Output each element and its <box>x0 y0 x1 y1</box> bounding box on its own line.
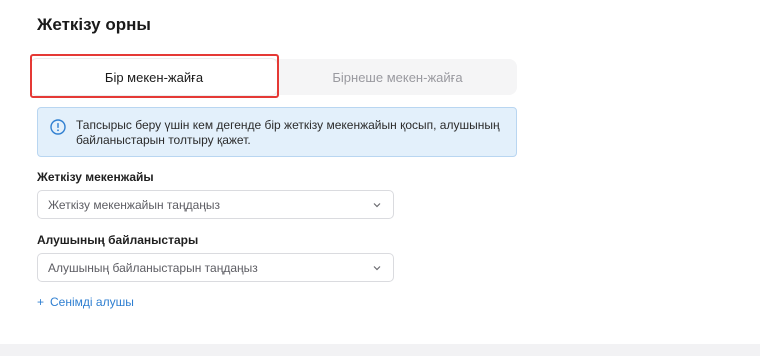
recipient-label: Алушының байланыстары <box>37 233 199 247</box>
info-banner: Тапсырыс беру үшін кем дегенде бір жеткі… <box>37 107 517 157</box>
section-title: Жеткізу орны <box>37 15 151 34</box>
recipient-select[interactable]: Алушының байланыстарын таңдаңыз <box>37 253 394 282</box>
add-trusted-recipient-link[interactable]: + Сенімді алушы <box>37 295 134 309</box>
tab-multiple-addresses[interactable]: Бірнеше мекен-жайға <box>278 59 517 95</box>
recipient-select-placeholder: Алушының байланыстарын таңдаңыз <box>48 260 258 275</box>
address-select[interactable]: Жеткізу мекенжайын таңдаңыз <box>37 190 394 219</box>
chevron-down-icon <box>373 266 381 271</box>
chevron-down-icon <box>373 203 381 208</box>
add-trusted-recipient-label: Сенімді алушы <box>50 295 134 309</box>
plus-icon: + <box>37 295 45 309</box>
info-circle-icon <box>50 119 66 135</box>
delivery-mode-tabs: Бір мекен-жайға Бірнеше мекен-жайға <box>30 59 517 95</box>
address-select-placeholder: Жеткізу мекенжайын таңдаңыз <box>48 197 221 212</box>
info-text-line-2: байланыстарын толтыру қажет. <box>76 133 251 147</box>
address-label: Жеткізу мекенжайы <box>37 170 154 184</box>
info-text: Тапсырыс беру үшін кем дегенде бір жеткі… <box>76 118 500 148</box>
bottom-divider <box>0 344 760 356</box>
info-text-line-1: Тапсырыс беру үшін кем дегенде бір жеткі… <box>76 118 500 132</box>
tab-single-address[interactable]: Бір мекен-жайға <box>31 59 277 95</box>
